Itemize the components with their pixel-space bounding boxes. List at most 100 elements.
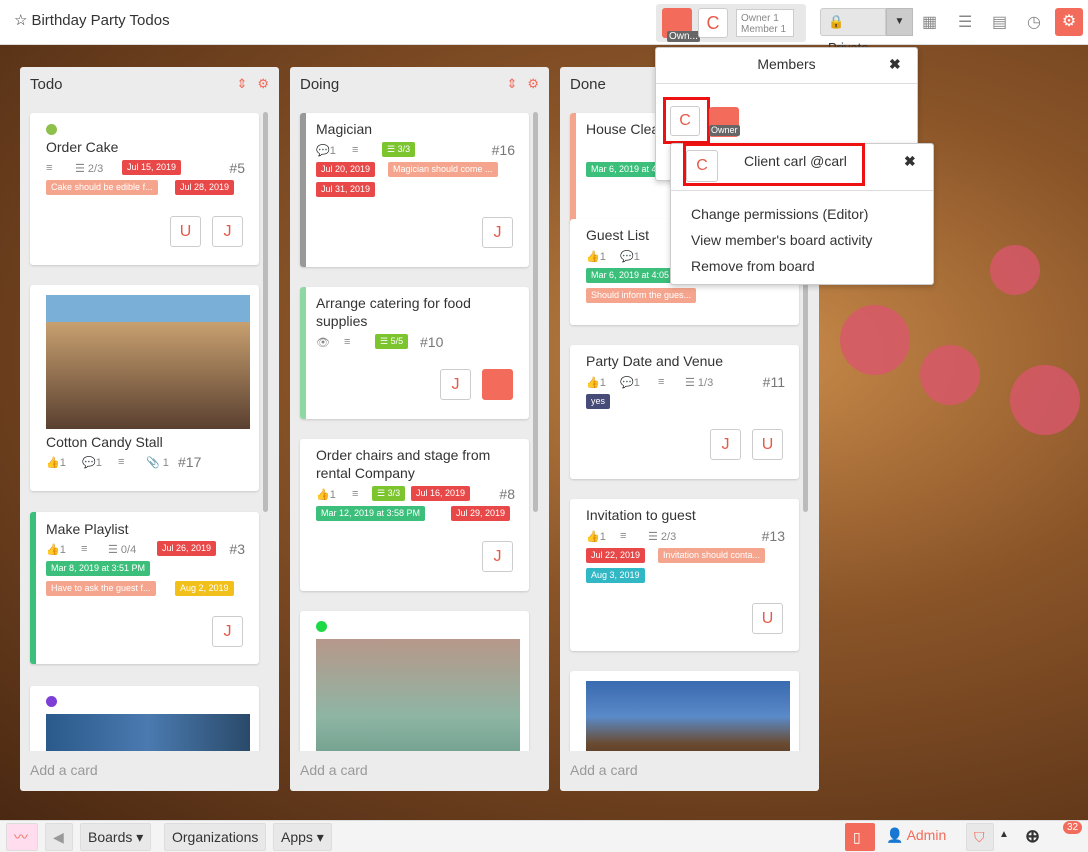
divider — [656, 83, 917, 84]
board-header: ☆ Birthday Party Todos Own... C Owner 1 Me… — [0, 0, 1088, 55]
votes: 👍1 — [46, 457, 66, 469]
star-icon[interactable]: ☆ — [14, 12, 27, 29]
user-menu[interactable]: 👤 Admin — [886, 827, 946, 844]
card-color-bar — [30, 512, 36, 664]
card-title: Cotton Candy Stall — [46, 434, 163, 450]
card[interactable]: Invitation to guest 👍1 ≡ ☰ 2/3 #13 Jul 2… — [570, 499, 799, 651]
apps-menu[interactable]: Apps ▾ — [273, 823, 332, 851]
member-avatar[interactable]: U — [752, 603, 783, 634]
calendar-view-icon[interactable]: ▤ — [992, 12, 1007, 32]
gear-icon[interactable]: ⚙ — [257, 76, 269, 91]
add-card-link[interactable]: Add a card — [30, 762, 98, 778]
highlight-box — [683, 143, 865, 186]
privacy-dropdown-button[interactable]: ▼ — [886, 8, 913, 36]
popup-title: Members — [757, 56, 816, 72]
card[interactable] — [570, 671, 799, 751]
member-avatar[interactable]: J — [212, 616, 243, 647]
list-title: Done — [570, 76, 606, 93]
privacy-button[interactable]: 🔒 Private — [820, 8, 886, 55]
votes: 👍1 — [46, 544, 66, 556]
owner-avatar[interactable] — [482, 369, 513, 400]
gear-icon: ⚙ — [1061, 13, 1077, 30]
member-avatar[interactable]: J — [440, 369, 471, 400]
sort-icon[interactable]: ⇕ — [506, 76, 517, 91]
description-icon: ≡ — [658, 376, 665, 388]
board-view-icon[interactable]: ▦ — [922, 12, 937, 32]
due-date: Jul 22, 2019 — [586, 548, 646, 563]
start-date: Mar 12, 2019 at 3:58 PM — [316, 506, 426, 521]
card-container: Order Cake ≡ ☰ 2/3 Jul 15, 2019 #5 Cake … — [20, 105, 279, 751]
sort-icon[interactable]: ⇕ — [236, 76, 247, 91]
attachments: 📎 1 — [146, 457, 169, 469]
owner-tag: Owner — [709, 125, 740, 136]
add-icon[interactable]: ⊕ — [1025, 826, 1040, 847]
votes: 👍1 — [586, 531, 606, 543]
due-date: Jul 28, 2019 — [175, 180, 235, 195]
remove-from-board-item[interactable]: Remove from board — [691, 258, 815, 274]
speaker-icon[interactable]: ◀ — [45, 823, 73, 851]
due-date: Jul 15, 2019 — [122, 160, 182, 175]
card[interactable] — [300, 611, 529, 751]
organizations-menu[interactable]: Organizations — [164, 823, 267, 851]
card[interactable]: Magician 💬1 ≡ ☰ 3/3 #16 Jul 20, 2019 Mag… — [300, 113, 529, 267]
member-avatar[interactable]: U — [170, 216, 201, 247]
shield-icon[interactable]: ⛉ — [966, 823, 994, 851]
members-group[interactable]: Own... C Owner 1 Member 1 — [656, 4, 806, 42]
card-cover-image — [586, 681, 790, 751]
member-avatar[interactable]: C — [698, 8, 728, 38]
member-avatar[interactable]: J — [710, 429, 741, 460]
description-icon: ≡ — [620, 530, 627, 542]
card[interactable]: Make Playlist 👍1 ≡ ☰ 0/4 Jul 26, 2019 #3… — [30, 512, 259, 664]
card-cover-image — [46, 295, 250, 429]
caret-up-icon[interactable]: ▲ — [999, 829, 1009, 840]
boards-menu[interactable]: Boards ▾ — [80, 823, 152, 851]
mobile-icon[interactable]: ▯ — [845, 823, 875, 851]
card-cover-image — [46, 714, 250, 751]
card-number: #13 — [761, 528, 785, 544]
card-number: #16 — [491, 142, 515, 158]
close-icon[interactable]: ✖ — [889, 56, 901, 73]
list-view-icon[interactable]: ☰ — [958, 12, 972, 32]
clock-icon[interactable]: ◷ — [1027, 12, 1041, 32]
member-avatar[interactable]: U — [752, 429, 783, 460]
owner-avatar[interactable]: Own... — [662, 8, 700, 42]
divider — [671, 190, 933, 191]
watch-icon: 👁 — [316, 337, 330, 349]
view-activity-item[interactable]: View member's board activity — [691, 232, 872, 248]
add-card-link[interactable]: Add a card — [570, 762, 638, 778]
card[interactable]: Order Cake ≡ ☰ 2/3 Jul 15, 2019 #5 Cake … — [30, 113, 259, 265]
card[interactable]: Order chairs and stage from rental Compa… — [300, 439, 529, 591]
settings-button[interactable]: ⚙ — [1055, 8, 1083, 36]
card-title: Make Playlist — [46, 521, 129, 537]
description-icon: ≡ — [46, 162, 53, 174]
card[interactable]: Cotton Candy Stall 👍1 💬1 ≡ 📎 1 #17 — [30, 285, 259, 491]
description-icon: ≡ — [118, 456, 125, 468]
card-title: Order Cake — [46, 139, 119, 155]
close-icon[interactable]: ✖ — [904, 153, 916, 170]
scrollbar[interactable] — [533, 112, 538, 512]
description-icon: ≡ — [352, 488, 359, 500]
card[interactable]: Party Date and Venue 👍1 💬1 ≡ ☰ 1/3 #11 y… — [570, 345, 799, 479]
member-avatar[interactable]: J — [482, 217, 513, 248]
card[interactable]: Arrange catering for food supplies 👁 ≡ ☰… — [300, 287, 529, 419]
activity-icon[interactable]: 〰 — [6, 823, 38, 851]
notification-badge[interactable]: 32 — [1063, 821, 1083, 834]
label-dot — [316, 621, 327, 632]
member-avatar[interactable]: J — [482, 541, 513, 572]
card-title: Order chairs and stage from rental Compa… — [316, 447, 491, 481]
checklist-badge: ☰ 3/3 — [382, 142, 416, 157]
owner-avatar[interactable]: Owner — [709, 107, 740, 137]
change-permissions-item[interactable]: Change permissions (Editor) — [691, 206, 868, 222]
card-label: Magician should come ... — [388, 162, 498, 177]
card[interactable] — [30, 686, 259, 751]
scrollbar[interactable] — [263, 112, 268, 512]
member-avatar[interactable]: J — [212, 216, 243, 247]
label-dot — [46, 696, 57, 707]
list-doing: Doing ⇕ ⚙ Magician 💬1 ≡ ☰ 3/3 #16 Jul 20,… — [290, 67, 549, 791]
card-title: Arrange catering for food supplies — [316, 295, 471, 329]
card-label: Have to ask the guest f... — [46, 581, 156, 596]
highlight-box — [663, 97, 710, 144]
add-card-link[interactable]: Add a card — [300, 762, 368, 778]
due-date: Aug 3, 2019 — [586, 568, 645, 583]
gear-icon[interactable]: ⚙ — [527, 76, 539, 91]
